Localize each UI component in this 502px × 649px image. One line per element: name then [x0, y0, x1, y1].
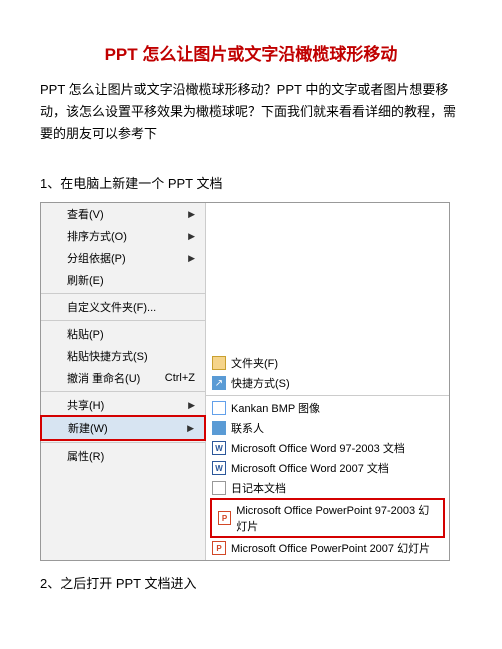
submenu-contact[interactable]: 联系人 — [206, 418, 449, 438]
submenu-word07[interactable]: WMicrosoft Office Word 2007 文档 — [206, 458, 449, 478]
submenu-word97[interactable]: WMicrosoft Office Word 97-2003 文档 — [206, 438, 449, 458]
context-menu-left: 查看(V)▶ 排序方式(O)▶ 分组依据(P)▶ 刷新(E) 自定义文件夹(F)… — [41, 203, 206, 560]
menu-paste[interactable]: 粘贴(P) — [41, 323, 205, 345]
page-title: PPT 怎么让图片或文字沿橄榄球形移动 — [40, 40, 462, 65]
journal-icon — [212, 481, 226, 495]
submenu-bmp[interactable]: Kankan BMP 图像 — [206, 398, 449, 418]
submenu-folder[interactable]: 文件夹(F) — [206, 353, 449, 373]
ppt-icon: P — [212, 541, 226, 555]
submenu-ppt07[interactable]: PMicrosoft Office PowerPoint 2007 幻灯片 — [206, 538, 449, 558]
menu-view[interactable]: 查看(V)▶ — [41, 203, 205, 225]
menu-sort[interactable]: 排序方式(O)▶ — [41, 225, 205, 247]
word-icon: W — [212, 461, 226, 475]
step-1: 1、在电脑上新建一个 PPT 文档 — [40, 173, 462, 192]
menu-share[interactable]: 共享(H)▶ — [41, 394, 205, 416]
menu-undo[interactable]: 撤消 重命名(U)Ctrl+Z — [41, 367, 205, 389]
submenu-ppt97[interactable]: PMicrosoft Office PowerPoint 97-2003 幻灯片 — [212, 500, 443, 536]
submenu-ppt97-highlight: PMicrosoft Office PowerPoint 97-2003 幻灯片 — [210, 498, 445, 538]
submenu-shortcut[interactable]: ↗快捷方式(S) — [206, 373, 449, 393]
bmp-icon — [212, 401, 226, 415]
context-menu-right: 文件夹(F) ↗快捷方式(S) Kankan BMP 图像 联系人 WMicro… — [206, 203, 449, 560]
folder-icon — [212, 356, 226, 370]
ppt-icon: P — [218, 511, 231, 525]
shortcut-icon: ↗ — [212, 376, 226, 390]
menu-customize[interactable]: 自定义文件夹(F)... — [41, 296, 205, 318]
submenu-journal[interactable]: 日记本文档 — [206, 478, 449, 498]
menu-new[interactable]: 新建(W)▶ — [40, 415, 206, 441]
contact-icon — [212, 421, 226, 435]
word-icon: W — [212, 441, 226, 455]
menu-paste-shortcut[interactable]: 粘贴快捷方式(S) — [41, 345, 205, 367]
menu-refresh[interactable]: 刷新(E) — [41, 269, 205, 291]
intro-paragraph: PPT 怎么让图片或文字沿橄榄球形移动？PPT 中的文字或者图片想要移动，该怎么… — [40, 79, 462, 145]
step-2: 2、之后打开 PPT 文档进入 — [40, 573, 462, 592]
context-menu-screenshot: 查看(V)▶ 排序方式(O)▶ 分组依据(P)▶ 刷新(E) 自定义文件夹(F)… — [40, 202, 450, 561]
menu-properties[interactable]: 属性(R) — [41, 445, 205, 467]
menu-group[interactable]: 分组依据(P)▶ — [41, 247, 205, 269]
